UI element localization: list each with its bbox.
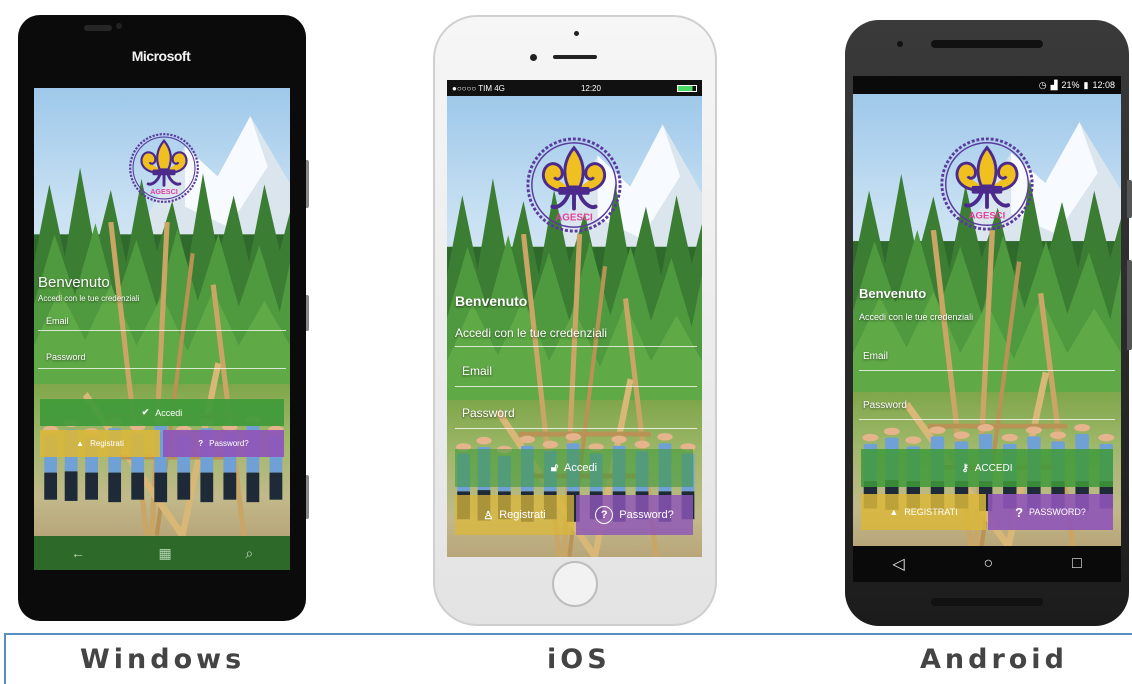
question-icon: ? — [1015, 504, 1024, 520]
login-subtitle: Accedi con le tue credenziali — [455, 326, 608, 340]
brand-logo: Microsoft — [131, 48, 191, 64]
agesci-logo — [939, 136, 1035, 232]
alarm-icon: ◷ — [1038, 79, 1047, 90]
email-underline — [859, 370, 1115, 371]
key-icon: ⚷ — [961, 462, 969, 474]
home-button[interactable] — [552, 561, 598, 607]
lock-icon: 🔓︎ — [550, 461, 559, 474]
caption-rule — [4, 633, 1132, 635]
forgot-password-button[interactable]: ? Password? — [576, 495, 693, 535]
email-field[interactable]: Email — [462, 364, 492, 378]
windows-nav-bar: ← ▦ ⌕ — [34, 536, 290, 570]
login-subtitle: Accedi con le tue credenziali — [859, 312, 974, 322]
power-button — [306, 295, 309, 331]
welcome-title: Benvenuto — [38, 274, 110, 291]
email-field[interactable]: Email — [46, 316, 69, 326]
password-underline — [455, 428, 697, 429]
android-screen: Benvenuto Accedi con le tue credenziali … — [853, 94, 1121, 546]
carrier-label: ●○○○○ TIM 4G — [452, 83, 505, 93]
volume-button — [306, 160, 309, 208]
welcome-title: Benvenuto — [455, 293, 528, 309]
battery-icon — [677, 84, 697, 92]
android-status-bar: ◷ ▟ 21% ▮ 12:08 — [853, 76, 1121, 94]
email-underline — [38, 330, 286, 331]
login-button[interactable]: 🔓︎ Accedi — [455, 449, 693, 487]
question-icon: ? — [198, 439, 204, 448]
windows-caption: Windows — [80, 644, 246, 675]
key-icon: ✔ — [141, 407, 150, 417]
ios-screen: Benvenuto Accedi con le tue credenziali … — [447, 96, 702, 557]
register-button[interactable]: ▲ Registrati — [40, 430, 160, 457]
subtitle-underline — [455, 346, 697, 347]
question-circle-icon: ? — [595, 506, 614, 524]
android-nav-bar: ◁ ○ □ — [853, 546, 1121, 582]
back-triangle-icon[interactable]: ◁ — [892, 554, 904, 574]
ios-status-bar: ●○○○○ TIM 4G 12:20 — [447, 80, 702, 96]
ios-caption: iOS — [547, 644, 611, 675]
register-button[interactable]: ♙ Registrati — [455, 495, 574, 535]
password-field[interactable]: Password — [462, 406, 515, 420]
user-icon: ▲ — [889, 507, 899, 517]
signal-icon: ▟ — [1050, 79, 1058, 90]
clock-label: 12:20 — [580, 83, 601, 93]
front-camera-icon — [574, 31, 579, 36]
camera-icon — [116, 23, 122, 29]
login-button[interactable]: ✔ Accedi — [40, 399, 284, 426]
register-button[interactable]: ▲ REGISTRATI — [861, 494, 986, 530]
password-field[interactable]: Password — [46, 352, 86, 362]
forgot-password-button[interactable]: ? Password? — [163, 430, 284, 457]
email-underline — [455, 386, 697, 387]
clock-label: 12:08 — [1092, 80, 1115, 90]
email-field[interactable]: Email — [863, 351, 888, 362]
password-underline — [38, 368, 286, 369]
search-icon[interactable]: ⌕ — [245, 545, 253, 562]
power-button — [1127, 180, 1132, 218]
password-underline — [859, 419, 1115, 420]
battery-percent: 21% — [1061, 80, 1080, 90]
user-icon: ▲ — [76, 439, 85, 448]
user-icon: ♙ — [483, 509, 494, 522]
caption-rule-left — [4, 633, 6, 684]
recents-square-icon[interactable]: □ — [1072, 555, 1082, 573]
top-speaker — [931, 40, 1043, 48]
agesci-logo — [525, 136, 623, 234]
agesci-logo — [128, 132, 200, 204]
login-button[interactable]: ⚷ ACCEDI — [861, 449, 1113, 487]
volume-button — [1127, 260, 1132, 350]
battery-icon: ▮ — [1083, 79, 1089, 90]
earpiece — [553, 55, 597, 59]
windows-screen: Benvenuto Accedi con le tue credenziali … — [34, 88, 290, 536]
front-camera-icon — [897, 41, 903, 47]
windows-start-icon[interactable]: ▦ — [158, 545, 171, 562]
back-arrow-icon[interactable]: ← — [71, 545, 85, 561]
android-caption: Android — [920, 644, 1068, 675]
earpiece — [84, 25, 112, 31]
welcome-title: Benvenuto — [859, 286, 927, 301]
password-field[interactable]: Password — [863, 400, 907, 411]
camera-button — [306, 475, 309, 519]
login-subtitle: Accedi con le tue credenziali — [38, 294, 140, 303]
bottom-speaker — [931, 598, 1043, 606]
forgot-password-button[interactable]: ? PASSWORD? — [988, 494, 1113, 530]
home-circle-icon[interactable]: ○ — [983, 555, 993, 573]
sensor-dot — [530, 54, 537, 61]
